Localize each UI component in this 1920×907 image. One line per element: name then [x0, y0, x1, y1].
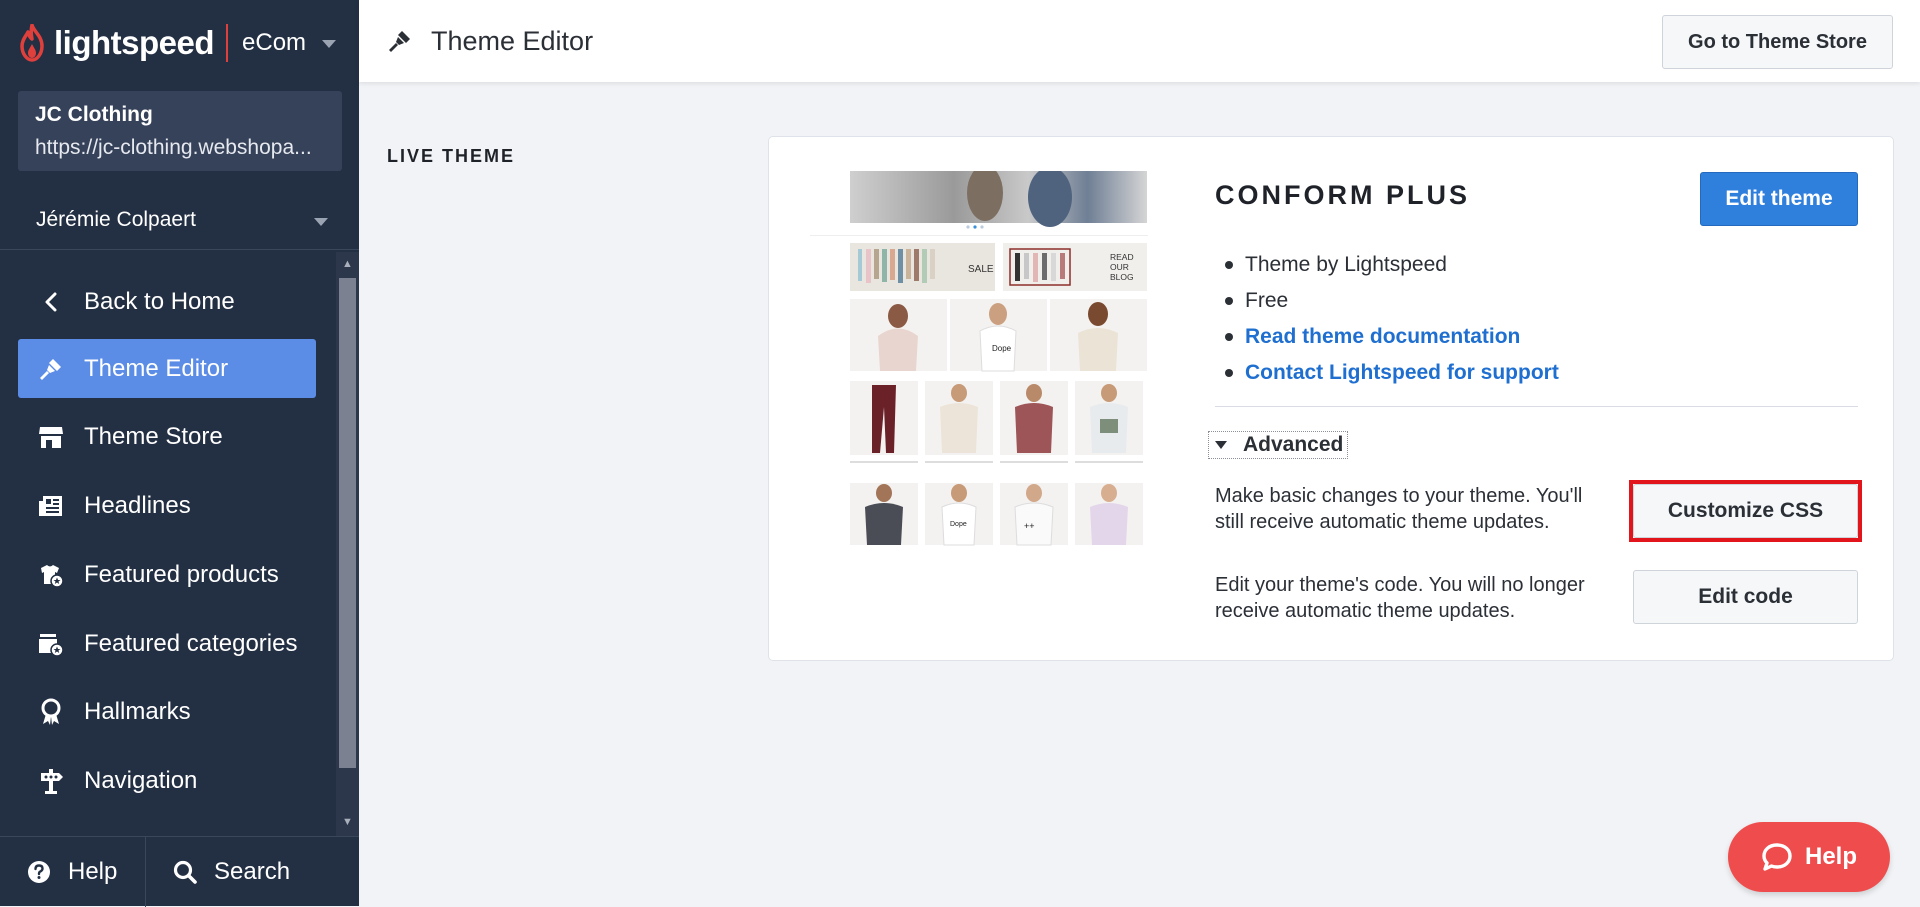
theme-info-price: Free [1215, 283, 1559, 319]
sidebar-item-label: Navigation [84, 766, 198, 794]
highlight-box [1629, 480, 1862, 542]
sidebar-item-label: Featured products [84, 560, 279, 588]
caret-down-icon[interactable] [322, 40, 336, 48]
theme-name: CONFORM PLUS [1215, 180, 1470, 210]
theme-info-list: Theme by Lightspeed Free Read theme docu… [1215, 247, 1559, 391]
scroll-down-icon[interactable]: ▼ [341, 816, 354, 829]
caret-down-icon [1215, 441, 1227, 449]
help-circle-icon [26, 859, 52, 885]
link-text[interactable]: Read theme documentation [1245, 325, 1520, 349]
sidebar-item-theme-store[interactable]: Theme Store [18, 407, 316, 466]
featured-categories-icon [36, 629, 66, 659]
customize-css-description: Make basic changes to your theme. You'll… [1215, 485, 1583, 533]
sidebar-item-headlines[interactable]: Headlines [18, 476, 316, 535]
featured-products-icon [36, 560, 66, 590]
link-text[interactable]: Contact Lightspeed for support [1245, 361, 1559, 385]
section-label-live-theme: LIVE THEME [387, 146, 516, 166]
info-text: Theme by Lightspeed [1245, 253, 1447, 276]
newspaper-icon [36, 491, 66, 521]
edit-code-description: Edit your theme's code. You will no long… [1215, 574, 1585, 622]
page-title: Theme Editor [431, 25, 594, 56]
sidebar-item-back-to-home[interactable]: Back to Home [18, 272, 316, 331]
read-theme-documentation-link[interactable]: Read theme documentation [1215, 319, 1559, 355]
edit-code-button[interactable]: Edit code [1633, 570, 1858, 624]
brand-bar[interactable]: lightspeed eCom [0, 0, 359, 86]
svg-text:++: ++ [1024, 521, 1035, 531]
shop-switcher[interactable]: JC Clothing https://jc-clothing.webshopa… [18, 91, 342, 171]
sidebar-bottom-bar: Help Search [0, 836, 359, 907]
sidebar-item-navigation[interactable]: Navigation [18, 751, 316, 810]
info-text: Free [1245, 289, 1289, 312]
sidebar-item-featured-products[interactable]: Featured products [18, 545, 316, 604]
chat-bubble-icon [1761, 842, 1793, 872]
top-header: Theme Editor Go to Theme Store [359, 0, 1920, 82]
user-name: Jérémie Colpaert [36, 207, 196, 231]
store-icon [36, 422, 66, 452]
contact-support-link[interactable]: Contact Lightspeed for support [1215, 355, 1559, 391]
divider [1215, 406, 1858, 407]
edit-theme-button[interactable]: Edit theme [1700, 172, 1858, 226]
paint-brush-icon [36, 354, 66, 384]
sidebar-scroll-thumb[interactable] [339, 278, 356, 768]
help-chat-button[interactable]: Help [1728, 822, 1890, 892]
sidebar-item-label: Theme Store [84, 422, 223, 450]
award-icon [36, 697, 66, 727]
sidebar-item-label: Hallmarks [84, 697, 191, 725]
theme-preview-image: SALE READ OUR BLOG Dope Dope ++ [810, 165, 1148, 591]
theme-info-author: Theme by Lightspeed [1215, 247, 1559, 283]
sidebar-item-label: Theme Editor [84, 354, 229, 382]
paint-brush-icon [387, 28, 413, 54]
shop-name: JC Clothing [35, 103, 153, 126]
search-button[interactable]: Search [146, 837, 290, 907]
bullet-icon [1225, 369, 1233, 377]
advanced-toggle[interactable]: Advanced [1208, 431, 1349, 459]
search-icon [172, 859, 198, 885]
user-menu[interactable]: Jérémie Colpaert [0, 190, 359, 250]
brand-divider [226, 24, 229, 62]
advanced-label: Advanced [1243, 433, 1344, 456]
bullet-icon [1225, 261, 1233, 269]
search-label: Search [214, 858, 291, 885]
scroll-up-icon[interactable]: ▲ [341, 258, 354, 271]
brand-product: eCom [242, 29, 307, 56]
chevron-left-icon [36, 287, 66, 317]
help-label: Help [68, 858, 118, 885]
signpost-icon [36, 766, 66, 796]
sidebar-item-label: Featured categories [84, 629, 298, 657]
bullet-icon [1225, 297, 1233, 305]
go-to-theme-store-button[interactable]: Go to Theme Store [1662, 15, 1893, 69]
help-chat-label: Help [1804, 843, 1857, 870]
svg-text:Dope: Dope [950, 521, 967, 528]
sidebar-item-featured-categories[interactable]: Featured categories [18, 614, 316, 673]
svg-text:Dope: Dope [992, 344, 1012, 353]
sidebar: lightspeed eCom JC Clothing https://jc-c… [0, 0, 359, 907]
lightspeed-flame-icon [18, 24, 46, 62]
sidebar-item-label: Back to Home [84, 287, 235, 315]
preview-sale-label: SALE [968, 264, 994, 275]
bullet-icon [1225, 333, 1233, 341]
sidebar-nav: Back to Home Theme Editor Theme Store He… [0, 252, 335, 836]
sidebar-item-hallmarks[interactable]: Hallmarks [18, 682, 316, 741]
sidebar-item-theme-editor[interactable]: Theme Editor [18, 339, 316, 398]
help-button[interactable]: Help [0, 837, 146, 907]
caret-down-icon[interactable] [314, 218, 328, 226]
live-theme-card: SALE READ OUR BLOG Dope Dope ++ CONFORM P [768, 136, 1894, 661]
shop-url: https://jc-clothing.webshopa... [35, 136, 312, 159]
sidebar-item-label: Headlines [84, 491, 191, 519]
brand-name: lightspeed [54, 24, 215, 61]
